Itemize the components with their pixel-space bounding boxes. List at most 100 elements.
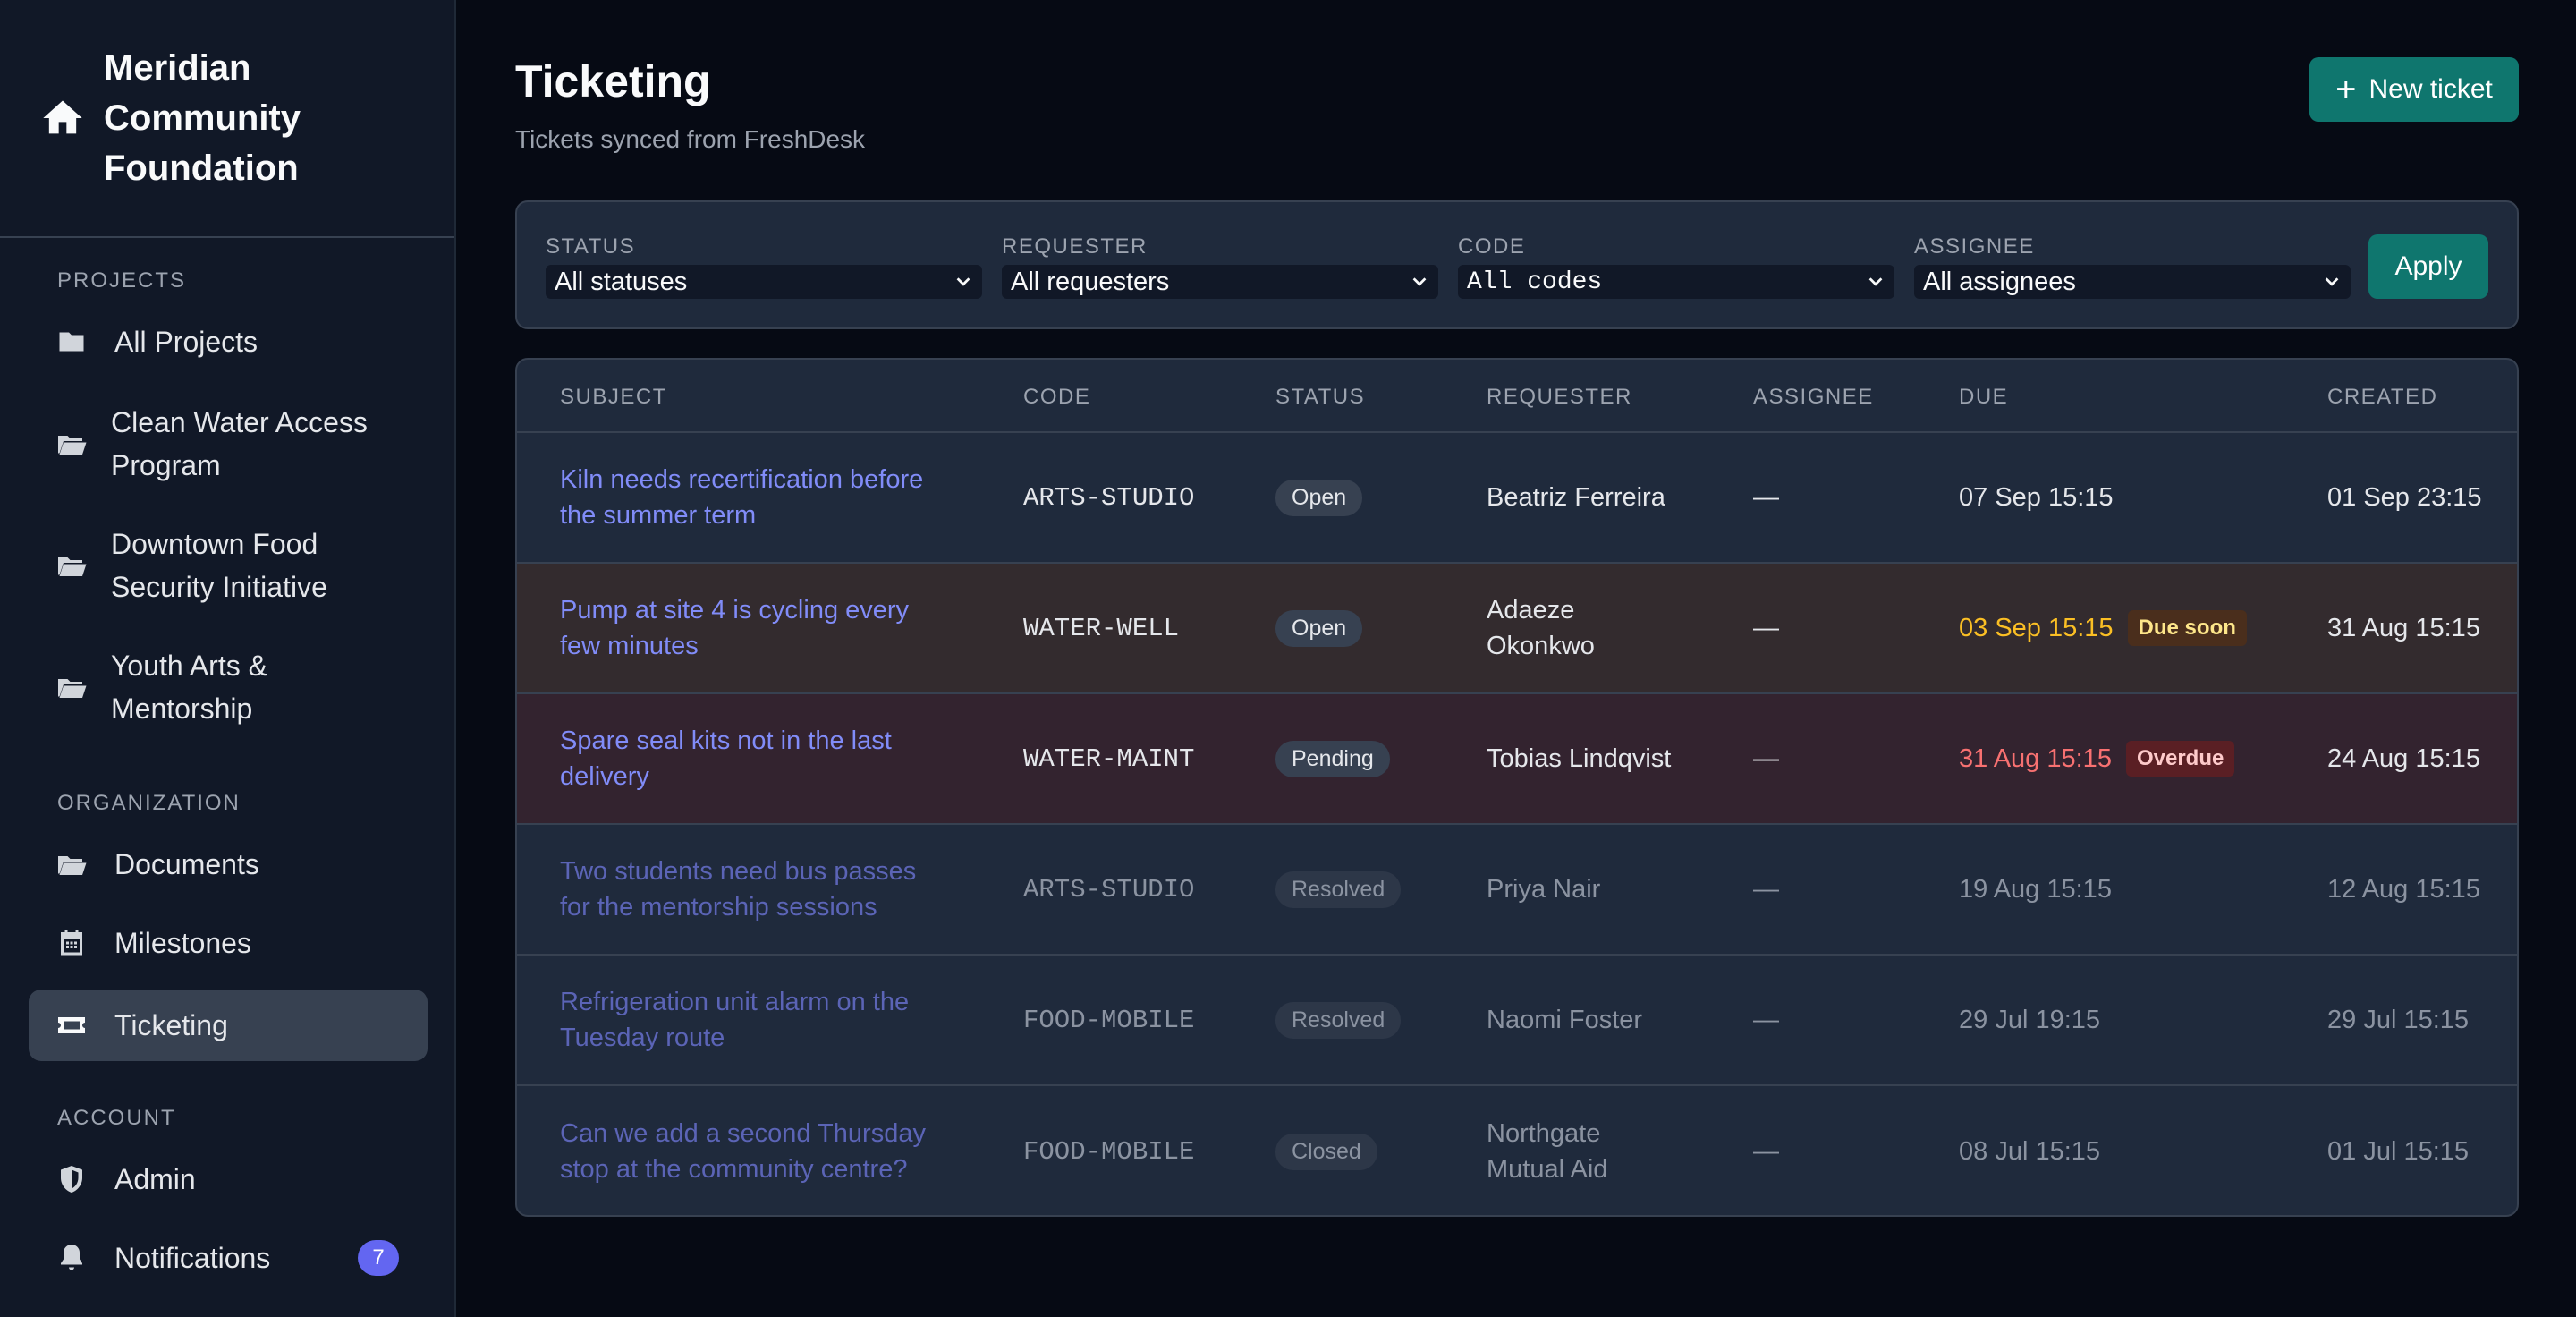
column-header-due[interactable]: DUE [1959,385,2008,410]
ticket-created: 12 Aug 15:15 [2327,874,2480,904]
ticket-due: 29 Jul 19:15 [1959,1005,2101,1034]
table-row[interactable]: Can we add a second Thursday stop at the… [517,1086,2517,1215]
ticket-subject-link[interactable]: Two students need bus passes for the men… [560,854,936,925]
sidebar-item-all-projects[interactable]: All Projects [29,320,428,363]
sidebar-item-label: Milestones [114,927,251,959]
sidebar-item-milestones[interactable]: Milestones [29,922,428,964]
ticket-code: ARTS-STUDIO [1023,482,1195,513]
requester-select[interactable]: All requesters [1002,265,1438,299]
table-row[interactable]: Spare seal kits not in the last delivery… [517,694,2517,825]
ticket-assignee: — [1753,1136,1779,1166]
sidebar-item-youth-arts[interactable]: Youth Arts & Mentorship [29,644,428,730]
sidebar-item-label: Youth Arts & Mentorship [111,650,267,725]
column-header-code[interactable]: CODE [1023,385,1090,410]
ticket-icon [58,1017,85,1033]
bell-icon [61,1245,82,1270]
filter-label: ASSIGNEE [1914,234,2035,259]
tickets-table: SUBJECT CODE STATUS REQUESTER ASSIGNEE D… [515,358,2519,1217]
select-value: All assignees [1923,267,2076,296]
ticket-assignee: — [1753,482,1779,512]
ticket-code: ARTS-STUDIO [1023,874,1195,905]
ticket-subject-link[interactable]: Pump at site 4 is cycling every few minu… [560,592,953,664]
sidebar-item-label: Clean Water Access Program [111,406,368,481]
table-header: SUBJECT CODE STATUS REQUESTER ASSIGNEE D… [517,360,2517,433]
chevron-down-icon [1868,277,1883,286]
column-header-assignee[interactable]: ASSIGNEE [1753,385,1874,410]
apply-button[interactable]: Apply [2368,234,2488,299]
filter-label: STATUS [546,234,636,259]
sidebar-item-documents[interactable]: Documents [29,843,428,886]
sidebar-item-notifications[interactable]: Notifications 7 [29,1236,428,1279]
select-value: All requesters [1011,267,1170,296]
status-badge: Open [1275,479,1363,516]
code-filter: CODE All codes [1458,234,1894,299]
ticket-created: 24 Aug 15:15 [2327,743,2480,773]
ticket-requester: Beatriz Ferreira [1487,483,1665,512]
ticket-created: 29 Jul 15:15 [2327,1005,2470,1034]
sidebar-item-label: Admin [114,1163,196,1195]
ticket-code: WATER-WELL [1023,613,1180,643]
sidebar-item-admin[interactable]: Admin [29,1158,428,1201]
sidebar-item-label: All Projects [114,326,258,358]
column-header-requester[interactable]: REQUESTER [1487,385,1632,410]
ticket-requester: Naomi Foster [1487,1006,1643,1034]
sidebar-item-label: Notifications [114,1242,271,1274]
sidebar-item-ticketing[interactable]: Ticketing [29,990,428,1061]
ticket-due: 07 Sep 15:15 [1959,482,2114,512]
chevron-down-icon [956,277,970,286]
status-badge: Open [1275,609,1363,647]
ticket-due: 31 Aug 15:15 [1959,743,2112,773]
plus-icon: + [2335,70,2357,109]
org-name: Meridian Community Foundation [104,48,301,188]
status-badge: Resolved [1275,1001,1402,1039]
ticket-subject-link[interactable]: Refrigeration unit alarm on the Tuesday … [560,984,936,1056]
nav-heading-organization: ORGANIZATION [57,791,241,815]
sidebar-item-label: Ticketing [114,1009,228,1041]
sidebar-item-label: Documents [114,848,259,880]
folder-open-icon [58,856,87,875]
code-select[interactable]: All codes [1458,265,1894,299]
folder-open-icon [58,679,87,698]
ticket-created: 01 Sep 23:15 [2327,482,2482,512]
ticket-requester: Tobias Lindqvist [1487,744,1672,773]
ticket-subject-link[interactable]: Can we add a second Thursday stop at the… [560,1116,945,1187]
assignee-filter: ASSIGNEE All assignees [1914,234,2351,299]
table-row[interactable]: Two students need bus passes for the men… [517,825,2517,956]
ticket-created: 31 Aug 15:15 [2327,613,2480,642]
assignee-select[interactable]: All assignees [1914,265,2351,299]
ticket-code: FOOD-MOBILE [1023,1136,1195,1167]
new-ticket-button[interactable]: + New ticket [2309,57,2519,122]
status-badge: Resolved [1275,871,1402,908]
ticket-assignee: — [1753,1005,1779,1034]
filter-bar: STATUS All statuses REQUESTER All reques… [515,200,2519,329]
ticket-subject-link[interactable]: Spare seal kits not in the last delivery [560,723,918,794]
filter-label: REQUESTER [1002,234,1148,259]
due-soon-badge: Due soon [2127,610,2247,646]
select-value: All statuses [555,267,688,296]
table-row[interactable]: Pump at site 4 is cycling every few minu… [517,564,2517,694]
ticket-due: 03 Sep 15:15 [1959,613,2114,642]
page-subtitle: Tickets synced from FreshDesk [515,125,866,153]
column-header-created[interactable]: CREATED [2327,385,2437,410]
nav-heading-account: ACCOUNT [57,1106,176,1130]
chevron-down-icon [2325,277,2339,286]
overdue-badge: Overdue [2125,741,2235,777]
folder-open-icon [58,436,87,455]
column-header-status[interactable]: STATUS [1275,385,1365,410]
ticket-requester: Northgate Mutual Aid [1487,1119,1608,1184]
ticket-requester: Adaeze Okonkwo [1487,596,1595,660]
ticket-created: 01 Jul 15:15 [2327,1136,2470,1166]
shield-icon [61,1166,82,1193]
table-row[interactable]: Refrigeration unit alarm on the Tuesday … [517,956,2517,1086]
column-header-subject[interactable]: SUBJECT [560,385,667,410]
ticket-code: FOOD-MOBILE [1023,1005,1195,1035]
ticket-subject-link[interactable]: Kiln needs recertification before the su… [560,462,953,533]
org-header[interactable]: Meridian Community Foundation [0,0,454,238]
status-select[interactable]: All statuses [546,265,982,299]
chevron-down-icon [1412,277,1427,286]
sidebar-item-clean-water[interactable]: Clean Water Access Program [29,401,428,487]
ticket-due: 08 Jul 15:15 [1959,1136,2101,1166]
sidebar-item-downtown-food[interactable]: Downtown Food Security Initiative [29,523,428,608]
ticket-assignee: — [1753,874,1779,904]
table-row[interactable]: Kiln needs recertification before the su… [517,433,2517,564]
